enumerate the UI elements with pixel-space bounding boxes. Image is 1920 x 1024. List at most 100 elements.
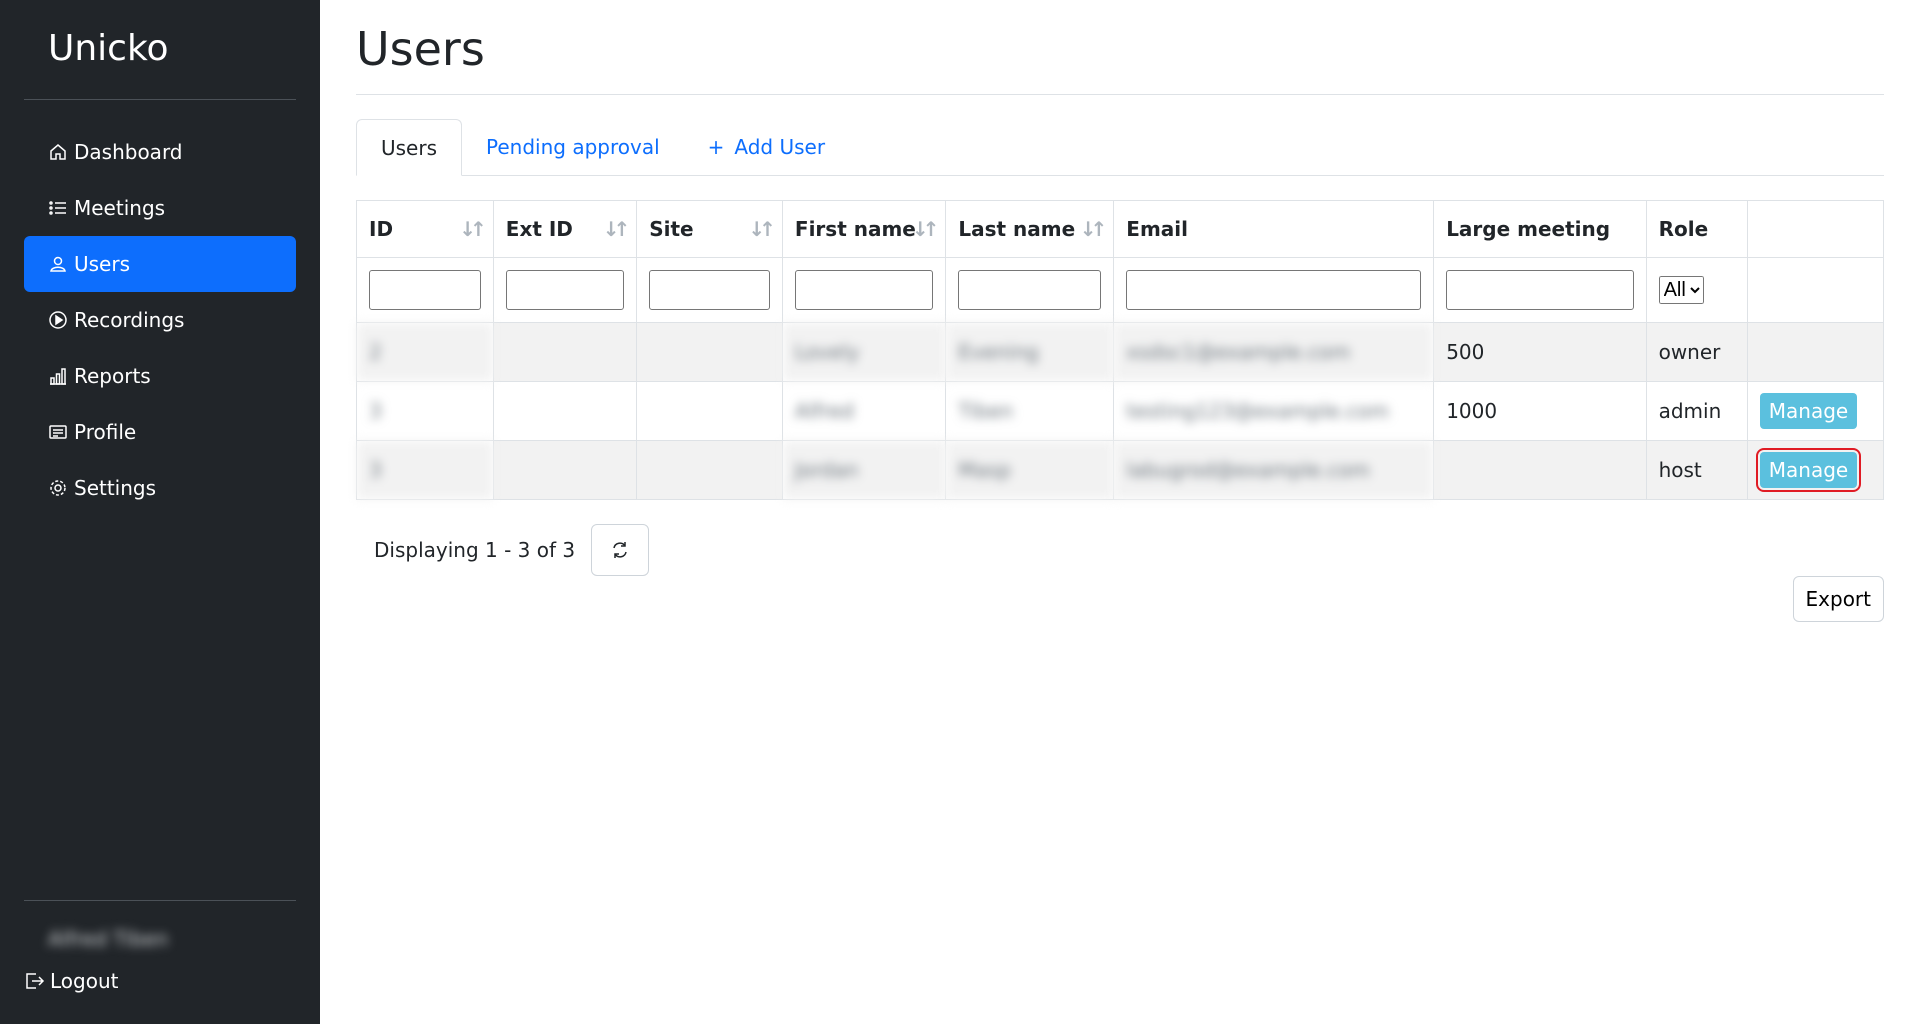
cell-large-meeting: 1000 (1433, 381, 1647, 441)
cell-id: 3 (356, 440, 494, 500)
sort-icon[interactable]: ↓↑ (1080, 217, 1107, 241)
column-label: Large meeting (1446, 217, 1611, 241)
column-label: First name (794, 217, 916, 241)
cell-first-name: Jordan (781, 440, 947, 500)
manage-button-highlighted[interactable]: Manage (1755, 448, 1862, 492)
cell-role: admin (1645, 381, 1748, 441)
brand-logo[interactable]: Unicko (24, 0, 296, 99)
sidebar-divider (24, 99, 296, 100)
sidebar-item-meetings[interactable]: Meetings (24, 180, 296, 236)
column-header-ext-id[interactable]: Ext ID ↓↑ (492, 200, 638, 258)
tab-pending-approval[interactable]: Pending approval (462, 119, 684, 175)
cell-action: Manage (1746, 381, 1885, 441)
sidebar-item-label: Meetings (74, 196, 166, 220)
pagination-summary: Displaying 1 - 3 of 3 (374, 538, 576, 562)
cell-large-meeting: 500 (1433, 322, 1647, 382)
sidebar-item-label: Reports (74, 364, 151, 388)
sidebar-item-label: Users (74, 252, 131, 276)
filter-cell (1433, 257, 1647, 323)
sidebar-item-dashboard[interactable]: Dashboard (24, 124, 296, 180)
gear-icon (48, 478, 68, 498)
users-table: ID ↓↑ Ext ID ↓↑ Site ↓↑ First name ↓↑ Last n… (356, 200, 1885, 500)
site-filter-input[interactable] (649, 270, 770, 310)
cell-last-name: Masp (945, 440, 1115, 500)
sidebar-item-users[interactable]: Users (24, 236, 296, 292)
filter-cell (636, 257, 783, 323)
logout-label: Logout (50, 969, 119, 993)
person-icon (48, 254, 68, 274)
first-name-filter-input[interactable] (794, 270, 934, 310)
column-header-first-name[interactable]: First name ↓↑ (781, 200, 947, 258)
large-meeting-filter-input[interactable] (1446, 270, 1634, 310)
role-filter-select[interactable]: All (1658, 276, 1704, 304)
cell-ext-id (492, 440, 638, 500)
ext-id-filter-input[interactable] (505, 270, 625, 310)
refresh-button[interactable] (591, 524, 650, 576)
cell-id: 2 (356, 322, 494, 382)
sidebar-nav: Dashboard Meetings Users Recordings Repo… (24, 124, 296, 516)
sidebar-item-label: Recordings (74, 308, 185, 332)
sort-icon[interactable]: ↓↑ (603, 217, 630, 241)
sidebar-item-reports[interactable]: Reports (24, 348, 296, 404)
column-label: Ext ID (505, 217, 573, 241)
cell-site (636, 322, 783, 382)
cell-email: testing123@example.com (1113, 381, 1435, 441)
column-header-site[interactable]: Site ↓↑ (636, 200, 783, 258)
cell-id: 3 (356, 381, 494, 441)
filter-cell (492, 257, 638, 323)
tab-add-user-label: Add User (734, 135, 826, 159)
filter-cell: All (1645, 257, 1748, 323)
cell-last-name: Tiben (945, 381, 1115, 441)
sort-icon[interactable]: ↓↑ (459, 217, 486, 241)
filter-cell (356, 257, 494, 323)
id-filter-input[interactable] (369, 270, 481, 310)
cell-action: Manage (1746, 440, 1885, 500)
column-header-last-name[interactable]: Last name ↓↑ (945, 200, 1115, 258)
tab-users[interactable]: Users (356, 119, 463, 176)
sidebar-item-settings[interactable]: Settings (24, 460, 296, 516)
column-header-id[interactable]: ID ↓↑ (356, 200, 494, 258)
cell-role: host (1645, 440, 1748, 500)
last-name-filter-input[interactable] (958, 270, 1102, 310)
filter-cell (1113, 257, 1435, 323)
filter-cell (945, 257, 1115, 323)
sidebar-item-recordings[interactable]: Recordings (24, 292, 296, 348)
sidebar-item-label: Settings (74, 476, 157, 500)
cell-last-name: Evening (945, 322, 1115, 382)
filter-row: All (356, 257, 1885, 323)
cell-email: xsdsc1@example.com (1113, 322, 1435, 382)
page-title: Users (356, 22, 485, 76)
list-icon (48, 198, 68, 218)
house-icon (48, 142, 68, 162)
column-header-large-meeting: Large meeting (1433, 200, 1647, 258)
logout-link[interactable]: Logout (24, 957, 296, 993)
cell-site (636, 381, 783, 441)
refresh-icon (613, 542, 627, 558)
cell-ext-id (492, 322, 638, 382)
sort-icon[interactable]: ↓↑ (748, 217, 775, 241)
sidebar-item-label: Dashboard (74, 140, 183, 164)
cell-first-name: Alfred (781, 381, 947, 441)
current-user-name: Alfred Tiben (48, 927, 169, 951)
cell-site (636, 440, 783, 500)
sidebar-footer: Alfred Tiben Logout (24, 900, 296, 993)
sidebar-item-profile[interactable]: Profile (24, 404, 296, 460)
column-header-actions (1746, 200, 1885, 258)
tab-bar: Users Pending approval + Add User (356, 119, 1884, 176)
filter-cell (1746, 257, 1885, 323)
export-button[interactable]: Export (1792, 576, 1884, 622)
main-content: Users Users Pending approval + Add User … (320, 0, 1920, 1024)
manage-button[interactable]: Manage (1759, 393, 1858, 429)
tab-add-user[interactable]: + Add User (684, 119, 849, 175)
table-row: 3 Alfred Tiben testing123@example.com 10… (356, 381, 1885, 441)
cell-role: owner (1645, 322, 1748, 382)
column-label: Email (1126, 217, 1188, 241)
cell-ext-id (492, 381, 638, 441)
card-text-icon (48, 422, 68, 442)
cell-action (1746, 322, 1885, 382)
email-filter-input[interactable] (1126, 270, 1422, 310)
bar-chart-icon (48, 366, 68, 386)
cell-email: labugrod@example.com (1113, 440, 1435, 500)
sort-icon[interactable]: ↓↑ (912, 217, 939, 241)
title-divider (356, 94, 1884, 95)
